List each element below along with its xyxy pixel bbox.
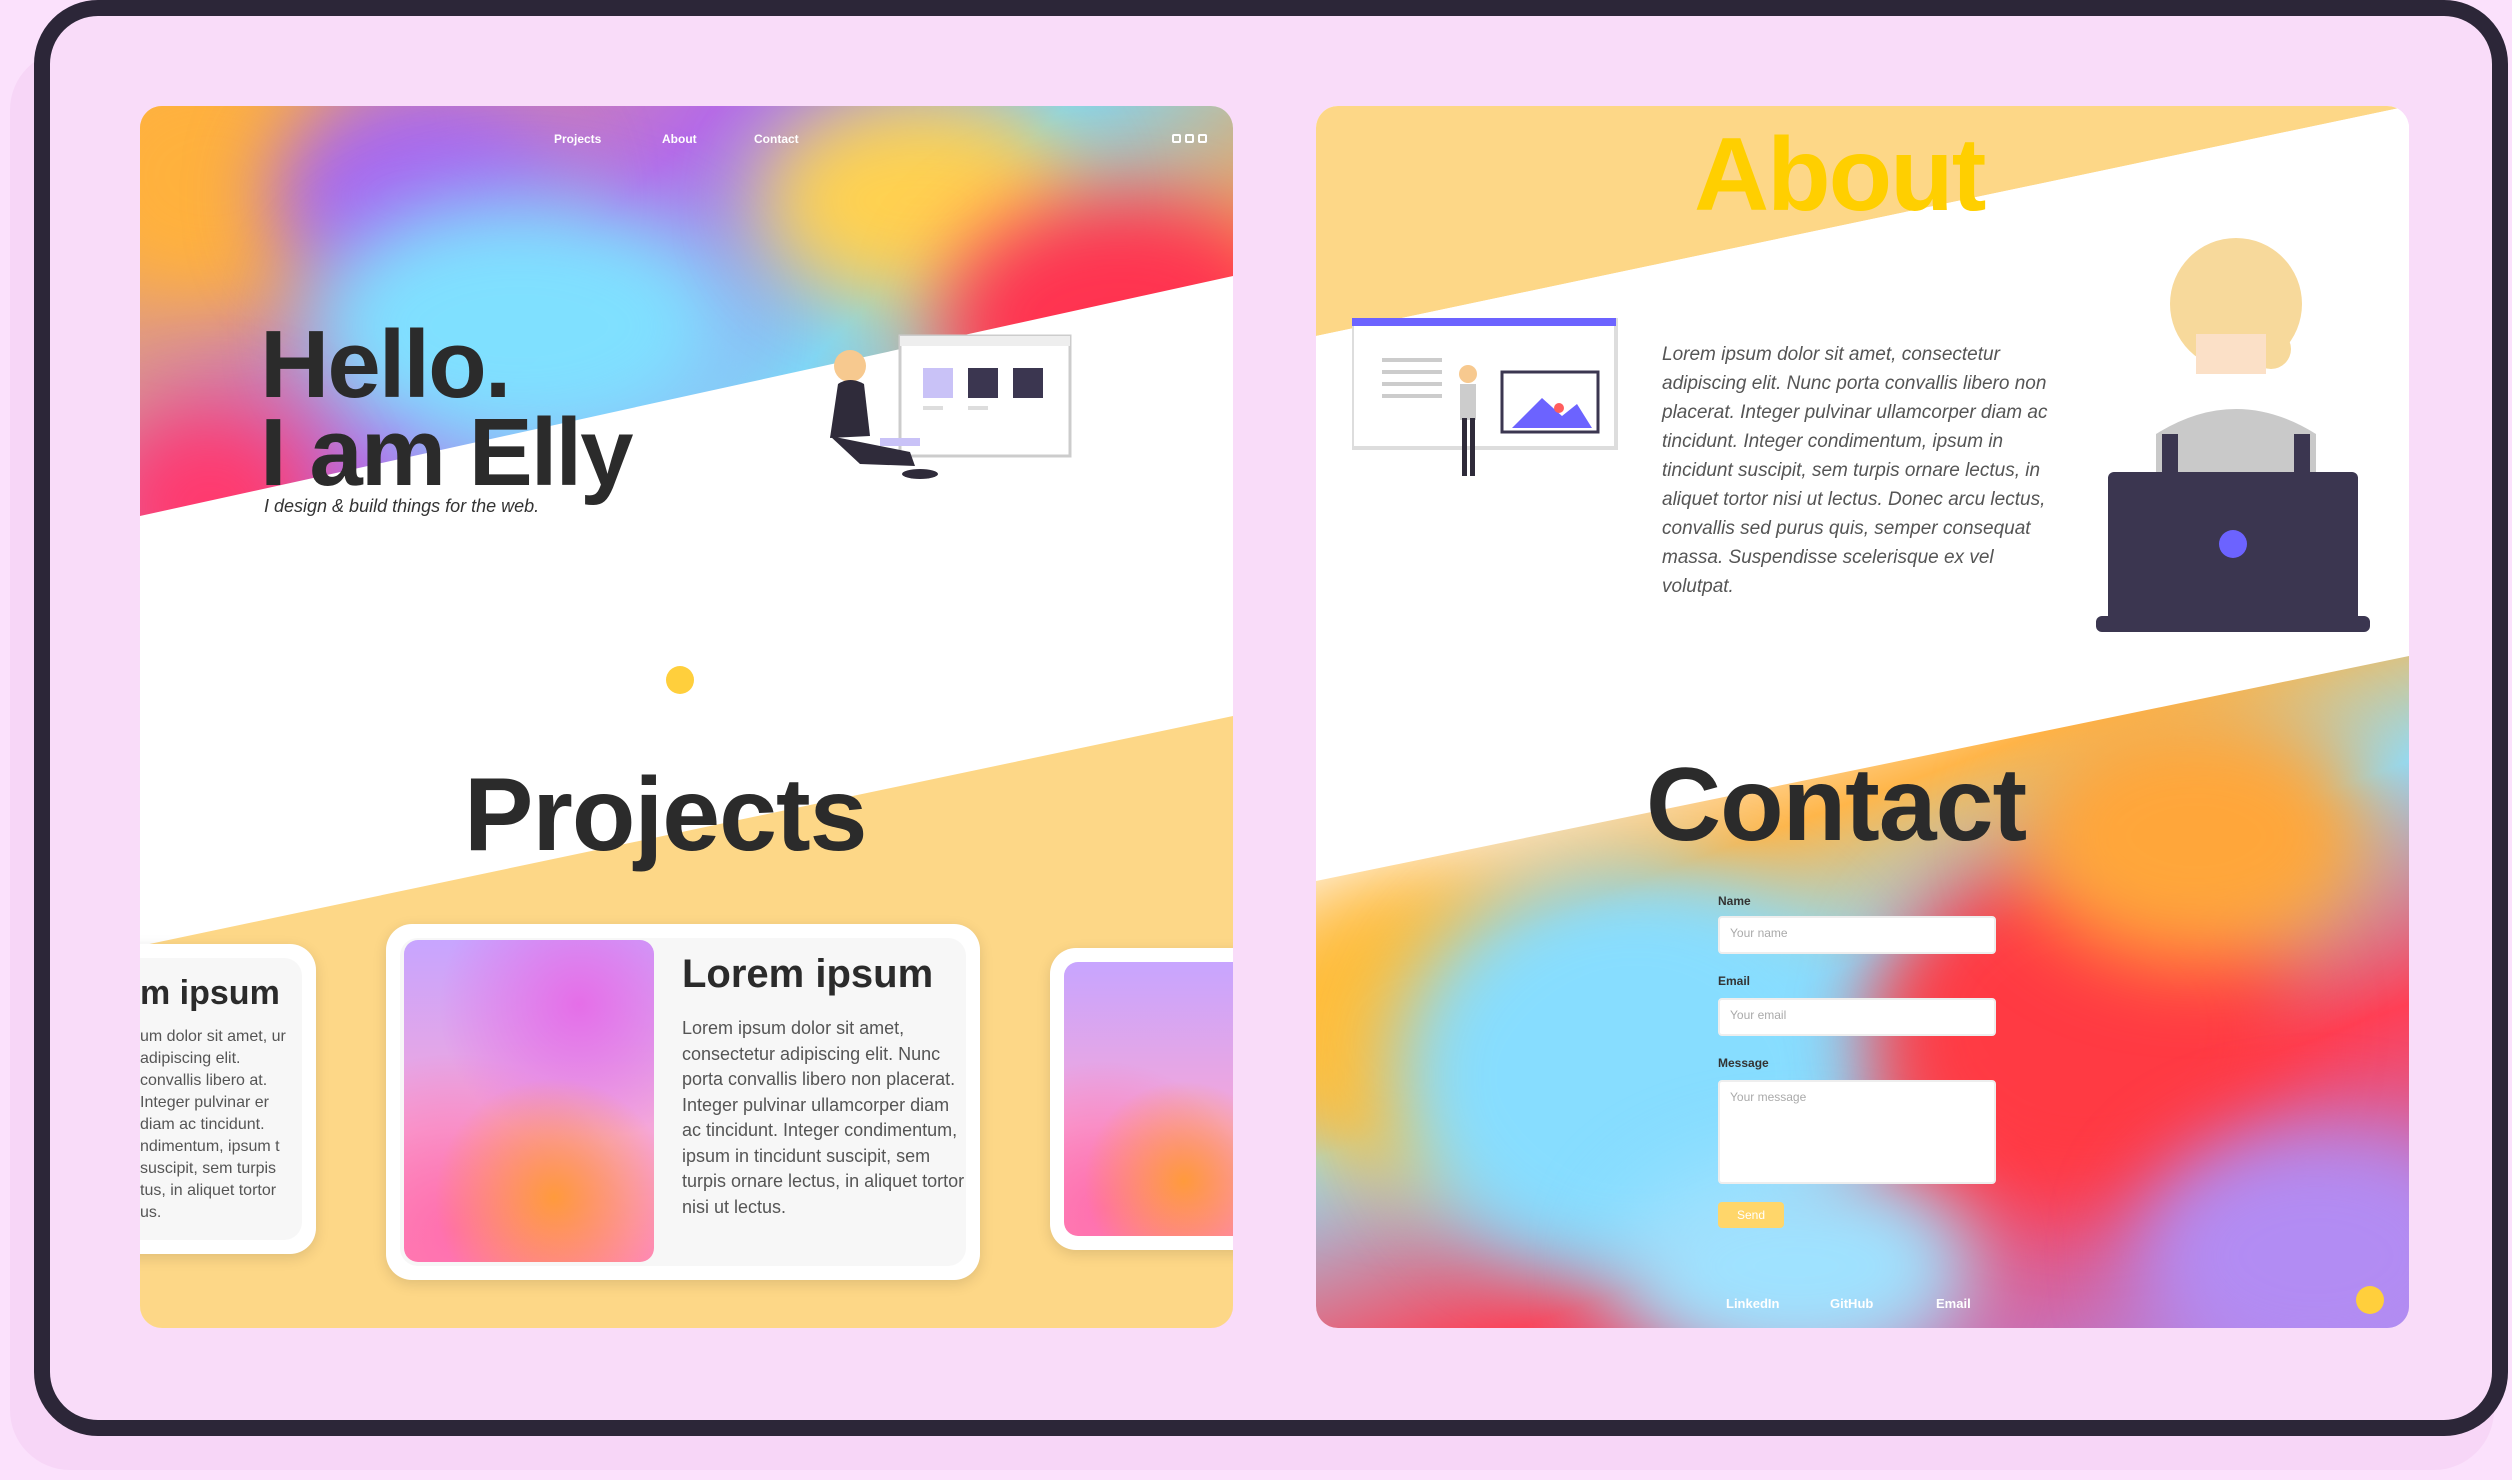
homepage-preview: Projects About Contact Hello. I am Elly … [140,106,1233,1328]
project-card-partial-right[interactable] [1050,948,1233,1250]
message-label: Message [1718,1056,1769,1070]
hero-heading: Hello. I am Elly [260,311,860,506]
nav-contact[interactable]: Contact [754,132,799,146]
top-nav: Projects About Contact [140,128,1233,156]
project-card-partial-left[interactable]: m ipsum um dolor sit amet, ur adipiscing… [140,944,316,1254]
instagram-icon[interactable] [1172,134,1181,143]
contact-title: Contact [1646,747,2027,863]
scroll-top-button[interactable] [2356,1286,2384,1314]
send-button[interactable]: Send [1718,1202,1784,1228]
project-card-title: Lorem ipsum [682,952,934,996]
hero-line-1: Hello. [260,311,511,418]
nav-projects[interactable]: Projects [554,132,601,146]
nav-about[interactable]: About [662,132,697,146]
email-label: Email [1718,974,1751,988]
woman-laptop-illustration [2096,238,2370,632]
email-input[interactable]: Your email [1718,998,1996,1036]
linkedin-icon[interactable] [1185,134,1194,143]
project-thumbnail [1064,962,1233,1236]
about-contact-preview: About Lorem ipsum dolor sit amet, consec… [1316,106,2409,1328]
hero-line-2: I am Elly [260,399,634,506]
about-title: About [1694,117,1986,233]
projects-title: Projects [464,757,867,873]
github-icon[interactable] [1198,134,1207,143]
hero-tagline: I design & build things for the web. [264,496,540,516]
footer-github[interactable]: GitHub [1830,1296,1873,1311]
project-thumbnail [404,940,654,1262]
message-textarea[interactable]: Your message [1718,1080,1996,1184]
footer-linkedin[interactable]: LinkedIn [1726,1296,1779,1311]
name-label: Name [1718,894,1751,908]
about-text: Lorem ipsum dolor sit amet, consectetur … [1662,344,2048,597]
project-card-text: Lorem ipsum dolor sit amet, consectetur … [682,1018,965,1217]
project-card-title: m ipsum [140,974,280,1012]
social-icons [1172,134,1207,143]
project-card-text: um dolor sit amet, ur adipiscing elit. c… [140,1028,286,1221]
project-card[interactable]: Lorem ipsum Lorem ipsum dolor sit amet, … [386,924,980,1280]
name-input[interactable]: Your name [1718,916,1996,954]
scroll-down-button[interactable] [666,666,694,694]
footer-email[interactable]: Email [1936,1296,1971,1311]
presentation-illustration [1352,318,1618,476]
person-laptop-illustration [830,334,1072,479]
